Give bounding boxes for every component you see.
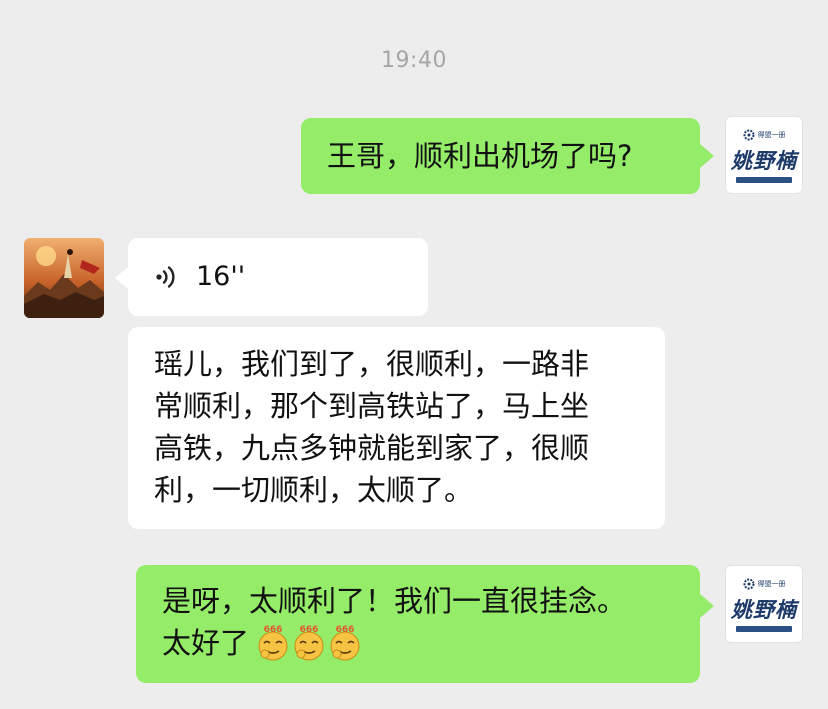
outgoing-message[interactable]: 王哥，顺利出机场了吗? [301,118,700,194]
logo-bar [736,626,792,632]
emoji-label: 666 [264,625,283,635]
logo-bar [736,177,792,183]
bubble-tail [700,144,714,168]
gear-logo-icon [743,129,754,141]
message-line: 常顺利，那个到高铁站了，马上坐 [154,389,590,423]
emoji-label: 666 [336,625,355,635]
voice-wave-icon [156,266,175,288]
my-avatar[interactable]: 得盟一册 姚野楠 [725,116,803,194]
landscape-art-icon [24,238,104,318]
message-line: 瑶儿，我们到了，很顺利，一路非 [154,347,590,381]
gear-logo-icon [743,578,754,590]
logo-name: 姚野楠 [731,598,797,622]
contact-avatar[interactable] [24,238,104,318]
logo-caption: 得盟一册 [757,579,786,588]
666-emoji-icon: 666 [330,625,360,661]
emoji-group: 666 666 666 [253,625,361,665]
message-line: 利，一切顺利，太顺了。 [154,473,474,507]
emoji-label: 666 [300,625,319,635]
666-emoji-icon: 666 [258,625,288,661]
incoming-message[interactable]: 瑶儿，我们到了，很顺利，一路非 常顺利，那个到高铁站了，马上坐 高铁，九点多钟就… [128,327,665,529]
bubble-tail [700,594,714,618]
message-text: 王哥，顺利出机场了吗? [327,139,633,173]
message-line-with-emoji: 太好了 666 666 666 [162,622,674,665]
outgoing-message[interactable]: 是呀，太顺利了！我们一直很挂念。 太好了 666 666 666 [136,565,700,683]
logo-name: 姚野楠 [731,149,797,173]
message-timestamp: 19:40 [381,48,447,73]
bubble-tail [115,266,129,290]
message-line: 是呀，太顺利了！我们一直很挂念。 [162,584,627,618]
message-line: 高铁，九点多钟就能到家了，很顺 [154,431,590,465]
message-line: 太好了 [162,626,250,660]
666-emoji-icon: 666 [294,625,324,661]
logo-caption: 得盟一册 [757,130,786,139]
voice-message[interactable]: 16'' [128,238,428,316]
my-avatar[interactable]: 得盟一册 姚野楠 [725,565,803,643]
voice-duration: 16'' [196,261,246,292]
